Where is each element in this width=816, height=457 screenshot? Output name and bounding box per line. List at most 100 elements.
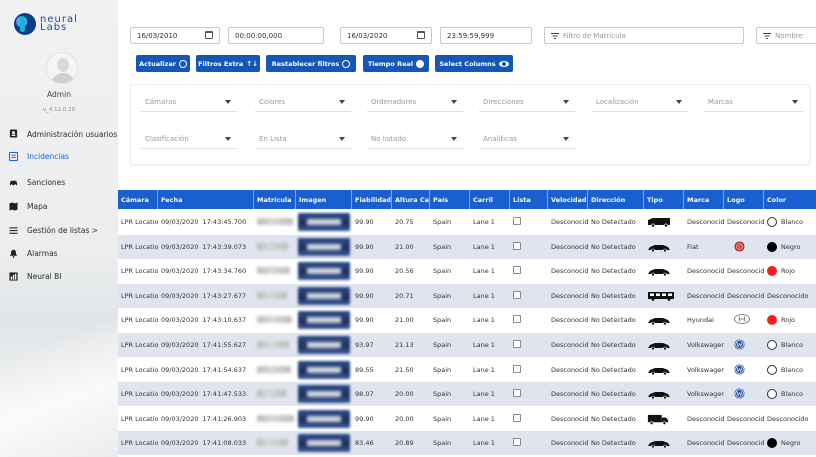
table-row[interactable]: LPR Locatio 09/03/2020 17:43:27.677 99.90 20… [118,283,816,308]
list-checkbox[interactable] [513,315,521,324]
column-header-direction[interactable]: Dirección [588,190,644,209]
plate-image[interactable] [298,409,350,428]
refresh-button[interactable]: Actualizar [136,55,190,72]
list-checkbox[interactable] [513,364,521,373]
table-row[interactable]: LPR Locatio 09/03/2020 17:43:45.700 99.90 20… [118,210,816,234]
name-filter-input[interactable]: Nombre [756,27,816,44]
column-header-type[interactable]: Tipo [644,190,684,209]
sidebar-item-mapa[interactable]: Mapa [0,199,118,213]
plate-image[interactable] [298,311,350,330]
date-to-field[interactable]: 16/03/2020 [340,27,432,44]
plate-image[interactable] [298,237,350,256]
fiat-logo-icon [734,241,745,252]
chevron-down-icon [451,100,457,104]
cell-lane: Lane 1 [473,291,495,300]
column-header-list[interactable]: Lista [510,190,548,209]
cell-country: Spain [433,439,452,448]
cell-reliability: 99.90 [355,267,374,276]
brand-logo[interactable]: neural Labs [14,11,114,37]
list-checkbox[interactable] [513,290,521,299]
calendar-icon[interactable] [205,31,213,39]
sidebar-item-administracion-usuarios[interactable]: Administración usuarios [0,121,118,147]
column-header-country[interactable]: País [430,190,470,209]
classification-select[interactable]: Clasificación [141,130,237,149]
extra-filters-button[interactable]: Filtros Extra ↑↓ [196,55,260,72]
column-header-speed[interactable]: Velocidad [548,190,588,209]
plate-image[interactable] [298,213,350,231]
realtime-button[interactable]: Tiempo Real [363,55,429,72]
select-columns-button[interactable]: Select Columns [435,55,513,72]
list-checkbox[interactable] [513,389,521,398]
plate-image[interactable] [298,262,350,281]
column-header-color[interactable]: Color [764,190,816,209]
cell-date-time: 17:41:55.627 [202,341,247,349]
column-header-camera[interactable]: Cámara [118,190,158,209]
list-checkbox[interactable] [513,241,521,250]
time-from-field[interactable]: 00:00:00,000 [228,27,324,44]
plate-image[interactable] [298,286,350,305]
list-checkbox[interactable] [513,266,521,275]
calendar-icon[interactable] [417,31,425,39]
not-listed-select[interactable]: No listado [367,130,463,149]
bell-icon [9,249,18,258]
table-row[interactable]: LPR Locatio 09/03/2020 17:41:54.637 89.55 21… [118,358,816,382]
cell-country: Spain [433,218,452,226]
table-row[interactable]: LPR Locatio 09/03/2020 17:41:08.033 83.46 20… [118,431,816,456]
eye-icon [498,60,509,67]
plate-filter-input[interactable]: Filtro de Matrícula [544,27,744,44]
reset-filters-button[interactable]: Restablecer filtros [266,55,356,72]
cell-reliability: 99.90 [355,316,374,325]
column-header-logo[interactable]: Logo [724,190,764,209]
table-row[interactable]: LPR Locatio 09/03/2020 17:43:10.637 99.90 21… [118,308,816,332]
date-from-field[interactable]: 16/03/2010 [130,27,220,44]
cell-country: Spain [433,365,452,374]
cell-date-time: 17:43:10.637 [202,316,247,325]
column-header-brand[interactable]: Marca [684,190,724,209]
cell-brand: Volkswagen [687,365,724,374]
sidebar-item-alarmas[interactable]: Alarmas [0,246,118,260]
list-checkbox[interactable] [513,340,521,348]
plate-image[interactable] [298,385,350,404]
column-header-lane[interactable]: Carril [470,190,510,209]
computers-select[interactable]: Ordenadores [367,93,463,112]
cell-date-day: 09/03/2020 [161,267,199,276]
time-to-field[interactable]: 23:59:59,999 [440,27,532,44]
cell-date: 09/03/2020 17:43:39.073 [158,235,254,259]
brands-select[interactable]: Marcas [704,93,804,112]
in-list-select[interactable]: En Lista [255,130,351,149]
list-checkbox[interactable] [513,438,521,447]
brand-name-bottom: Labs [40,22,68,33]
directions-select[interactable]: Direcciones [479,93,575,112]
cell-char-height: 21.50 [395,365,414,374]
table-row[interactable]: LPR Locatio 09/03/2020 17:41:55.627 93.97 21… [118,333,816,357]
column-header-date[interactable]: Fecha [158,190,254,209]
analytics-select[interactable]: Analíticas [479,130,575,149]
cell-char-height: 21.00 [395,242,414,251]
column-header-image[interactable]: Imagen [296,190,352,209]
plate-image[interactable] [298,434,350,453]
table-row[interactable]: LPR Locatio 09/03/2020 17:43:34.760 99.90 20… [118,259,816,283]
plate-image[interactable] [298,360,350,379]
cell-brand: Volkswagen [687,390,724,399]
extra-filters-panel: Cámaras Colores Ordenadores Direcciones … [130,84,810,165]
list-checkbox[interactable] [513,413,521,422]
table-row[interactable]: LPR Locatio 09/03/2020 17:41:26.903 99.90 20… [118,407,816,431]
sidebar-item-neural-bi[interactable]: Neural BI [0,269,118,283]
list-checkbox[interactable] [513,217,521,225]
vehicle-truck-icon [647,414,669,425]
cameras-select[interactable]: Cámaras [141,93,237,112]
sidebar-item-incidencias[interactable]: Incidencias [0,149,118,163]
brand-wordmark: neural Labs [40,15,78,33]
location-select[interactable]: Localización [592,93,688,112]
colors-select[interactable]: Colores [255,93,351,112]
sidebar-item-sanciones[interactable]: Sanciones [0,175,118,189]
sidebar-item-gestion-listas[interactable]: Gestión de listas > [0,223,118,237]
table-row[interactable]: LPR Locatio 09/03/2020 17:43:39.073 99.90 21… [118,234,816,259]
date-to-value: 16/03/2020 [347,31,388,40]
plate-image[interactable] [298,336,350,354]
column-header-reliability[interactable]: Fiabilidad [352,190,392,209]
avatar[interactable] [46,52,78,84]
column-header-char-height[interactable]: Altura Carácter [392,190,430,209]
column-header-plate[interactable]: Matrícula [254,190,296,209]
table-row[interactable]: LPR Locatio 09/03/2020 17:41:47.533 98.07 20… [118,382,816,407]
